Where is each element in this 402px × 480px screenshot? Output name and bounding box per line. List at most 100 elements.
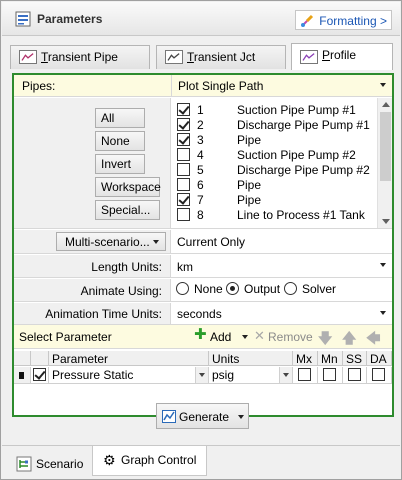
invert-selection-button[interactable]: Invert bbox=[95, 154, 145, 174]
units-chevron-icon bbox=[283, 373, 289, 377]
multi-scenario-label: Multi-scenario... bbox=[65, 235, 150, 249]
gear-icon: ⚙ bbox=[103, 452, 116, 468]
tab-transient-pipe[interactable]: Transient Pipe bbox=[10, 45, 150, 69]
grid-header-da: DA bbox=[367, 351, 392, 366]
parameter-chevron-icon bbox=[199, 373, 205, 377]
pipe-checkbox[interactable] bbox=[177, 133, 190, 146]
length-units-chevron-icon bbox=[380, 263, 386, 267]
pipe-checkbox[interactable] bbox=[177, 163, 190, 176]
tab-transient-pipe-label: Transient Pipe bbox=[41, 50, 118, 64]
parameter-row-checkbox[interactable] bbox=[33, 368, 46, 381]
pipes-mode-select[interactable]: Plot Single Path bbox=[171, 75, 392, 96]
animation-time-units-value: seconds bbox=[177, 307, 222, 321]
parameter-select[interactable]: Pressure Static bbox=[49, 367, 209, 384]
animate-output-radio[interactable] bbox=[226, 282, 239, 295]
parameter-dropdown-button[interactable] bbox=[195, 367, 208, 383]
animation-time-units-row: Animation Time Units: seconds bbox=[14, 303, 392, 325]
animate-output-label: Output bbox=[244, 282, 281, 296]
scenario-value: Current Only bbox=[177, 235, 246, 249]
grid-header-corner bbox=[14, 351, 31, 366]
pipe-list-scrollbar[interactable] bbox=[377, 98, 392, 228]
tab-graph-control-label: Graph Control bbox=[121, 453, 197, 467]
add-chevron-icon[interactable] bbox=[242, 335, 248, 339]
animate-using-label: Animate Using: bbox=[80, 284, 162, 298]
parameter-grid: Parameter Units Mx Mn SS DA Pressure Sta… bbox=[14, 351, 392, 385]
grid-header-check bbox=[31, 351, 49, 366]
profile-panel: Pipes: Plot Single Path All None Invert … bbox=[12, 73, 394, 417]
generate-graph-icon bbox=[162, 410, 176, 423]
formatting-label: Formatting > bbox=[319, 14, 387, 28]
add-plus-icon[interactable]: ✚ bbox=[194, 327, 207, 342]
scenario-row-left: Multi-scenario... bbox=[14, 230, 171, 253]
da-checkbox[interactable] bbox=[372, 368, 385, 381]
grid-header-ss: SS bbox=[343, 351, 367, 366]
pipe-checkbox[interactable] bbox=[177, 193, 190, 206]
scenario-value-cell: Current Only bbox=[171, 230, 392, 253]
tab-transient-jct[interactable]: Transient Jct bbox=[156, 45, 286, 69]
units-dropdown-button[interactable] bbox=[279, 367, 292, 383]
grid-header-units: Units bbox=[209, 351, 293, 366]
pipes-row: Pipes: Plot Single Path bbox=[14, 75, 392, 97]
transient-pipe-graph-icon bbox=[19, 50, 37, 64]
window-title: Parameters bbox=[37, 12, 103, 26]
generate-button[interactable]: Generate bbox=[156, 403, 249, 429]
move-left-arrow-icon[interactable]: 🡄 bbox=[366, 328, 380, 352]
grid-header-mn: Mn bbox=[318, 351, 343, 366]
formatting-button[interactable]: Formatting > bbox=[295, 10, 392, 30]
remove-x-icon[interactable]: ✕ bbox=[254, 328, 265, 344]
transient-jct-graph-icon bbox=[165, 50, 183, 64]
pipe-checkbox[interactable] bbox=[177, 118, 190, 131]
select-none-button[interactable]: None bbox=[95, 131, 145, 151]
formatting-brush-icon bbox=[301, 14, 314, 27]
pipe-selection-buttons: All None Invert Workspace Special... bbox=[14, 98, 171, 228]
mn-checkbox[interactable] bbox=[323, 368, 336, 381]
tab-graph-control[interactable]: ⚙ Graph Control bbox=[92, 446, 207, 476]
da-cell bbox=[367, 367, 392, 384]
tab-scenario[interactable]: Scenario bbox=[8, 450, 88, 476]
parameter-value: Pressure Static bbox=[52, 368, 134, 382]
animate-using-row: Animate Using: None Output Solver bbox=[14, 279, 392, 302]
animate-using-label-cell: Animate Using: bbox=[14, 279, 171, 301]
animate-none-radio[interactable] bbox=[176, 282, 189, 295]
select-all-button[interactable]: All bbox=[95, 108, 145, 128]
animate-none-label: None bbox=[194, 282, 223, 296]
move-down-arrow-icon[interactable]: 🡇 bbox=[318, 328, 332, 352]
scroll-down-arrow-icon[interactable] bbox=[382, 219, 390, 224]
mx-cell bbox=[293, 367, 318, 384]
scroll-up-arrow-icon[interactable] bbox=[382, 102, 390, 107]
scenario-row: Multi-scenario... Current Only bbox=[14, 230, 392, 254]
tab-transient-jct-label: Transient Jct bbox=[187, 50, 256, 64]
length-units-label: Length Units: bbox=[91, 260, 162, 274]
generate-chevron-icon[interactable] bbox=[238, 415, 244, 419]
top-tab-strip: Transient Pipe Transient Jct Profile bbox=[2, 43, 400, 70]
tab-profile-label: Profile bbox=[322, 48, 357, 62]
special-button[interactable]: Special... bbox=[95, 200, 160, 220]
multi-scenario-button[interactable]: Multi-scenario... bbox=[56, 232, 166, 251]
pipes-mode-value: Plot Single Path bbox=[178, 79, 264, 93]
scroll-thumb[interactable] bbox=[380, 112, 391, 181]
pipe-checkbox[interactable] bbox=[177, 103, 190, 116]
row-selector[interactable] bbox=[14, 367, 31, 384]
add-button[interactable]: Add bbox=[210, 330, 231, 344]
pipe-checklist: 1 Suction Pipe Pump #1 2 Discharge Pipe Pu… bbox=[171, 98, 392, 228]
pipe-checkbox[interactable] bbox=[177, 208, 190, 221]
grid-header-mx: Mx bbox=[293, 351, 318, 366]
move-up-arrow-icon[interactable]: 🡅 bbox=[342, 328, 356, 352]
tab-scenario-label: Scenario bbox=[36, 457, 84, 471]
row-indicator-icon bbox=[19, 372, 24, 379]
workspace-button[interactable]: Workspace bbox=[95, 177, 161, 197]
units-select[interactable]: psig bbox=[209, 367, 293, 384]
length-units-select[interactable]: km bbox=[171, 255, 392, 277]
animation-time-units-select[interactable]: seconds bbox=[171, 303, 392, 324]
bottom-tab-strip: Scenario ⚙ Graph Control bbox=[2, 445, 400, 479]
pipe-checkbox[interactable] bbox=[177, 148, 190, 161]
mx-checkbox[interactable] bbox=[298, 368, 311, 381]
profile-graph-icon bbox=[300, 50, 318, 64]
remove-button[interactable]: Remove bbox=[268, 330, 313, 344]
animate-solver-radio[interactable] bbox=[284, 282, 297, 295]
length-units-label-cell: Length Units: bbox=[14, 255, 171, 277]
pipe-checkbox[interactable] bbox=[177, 178, 190, 191]
tab-profile[interactable]: Profile bbox=[291, 43, 393, 70]
ss-checkbox[interactable] bbox=[348, 368, 361, 381]
pipe-selection-area: All None Invert Workspace Special... 1 Su… bbox=[14, 98, 392, 229]
